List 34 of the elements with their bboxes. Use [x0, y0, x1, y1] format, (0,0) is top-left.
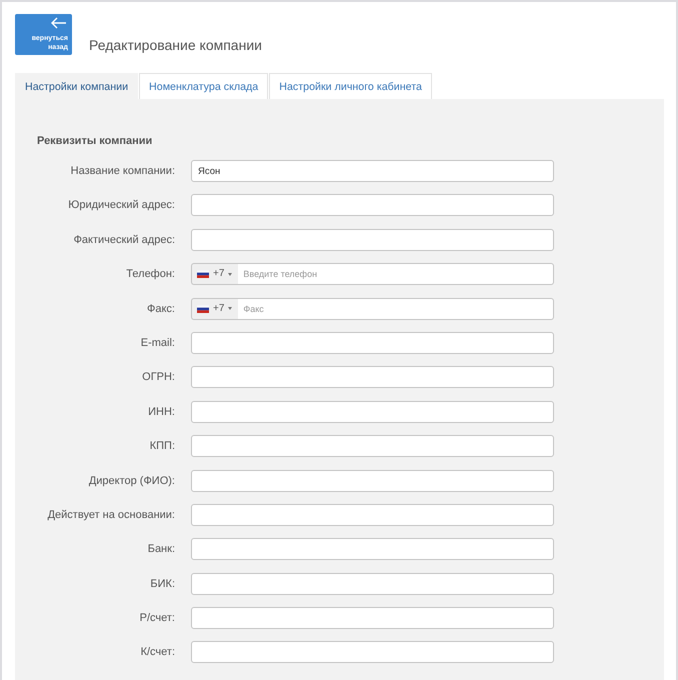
input-field[interactable]: [191, 366, 554, 388]
input-field[interactable]: [191, 641, 554, 664]
field-label: ИНН:: [148, 404, 175, 419]
tab[interactable]: Номенклатура склада: [139, 73, 268, 99]
input-field[interactable]: [191, 194, 554, 216]
field-label: ОГРН:: [142, 370, 175, 384]
input-field[interactable]: [191, 607, 554, 630]
input-field[interactable]: [191, 504, 554, 526]
field-label: Юридический адрес:: [68, 198, 175, 212]
field-label: КПП:: [150, 439, 175, 454]
tab[interactable]: Настройки личного кабинета: [269, 73, 432, 99]
input-field[interactable]: [191, 538, 554, 560]
input-field[interactable]: [191, 572, 554, 595]
field-label: Название компании:: [70, 164, 175, 178]
input-field[interactable]: [191, 435, 554, 458]
input-field[interactable]: [191, 470, 554, 492]
field-label: Действует на основании:: [48, 508, 175, 522]
input-field[interactable]: [191, 332, 554, 354]
page-title: Редактирование компании: [89, 37, 262, 53]
field-label: К/счет:: [140, 645, 175, 660]
field-label: Телефон:: [126, 267, 175, 282]
input-field[interactable]: Ясон: [191, 160, 554, 182]
section-title: Реквизиты компании: [37, 134, 154, 148]
field-label: Банк:: [148, 542, 175, 556]
left-arrow-icon: [51, 17, 67, 29]
field-label: Директор (ФИО):: [88, 474, 175, 488]
field-label: Р/счет:: [140, 611, 175, 626]
field-label: E-mail:: [140, 336, 175, 350]
tab[interactable]: Настройки компании: [15, 73, 138, 99]
field-label: БИК:: [150, 576, 175, 591]
input-field[interactable]: [191, 400, 554, 423]
input-field[interactable]: [191, 228, 554, 251]
field-label: Факс:: [147, 302, 175, 316]
field-label: Фактический адрес:: [74, 232, 175, 247]
